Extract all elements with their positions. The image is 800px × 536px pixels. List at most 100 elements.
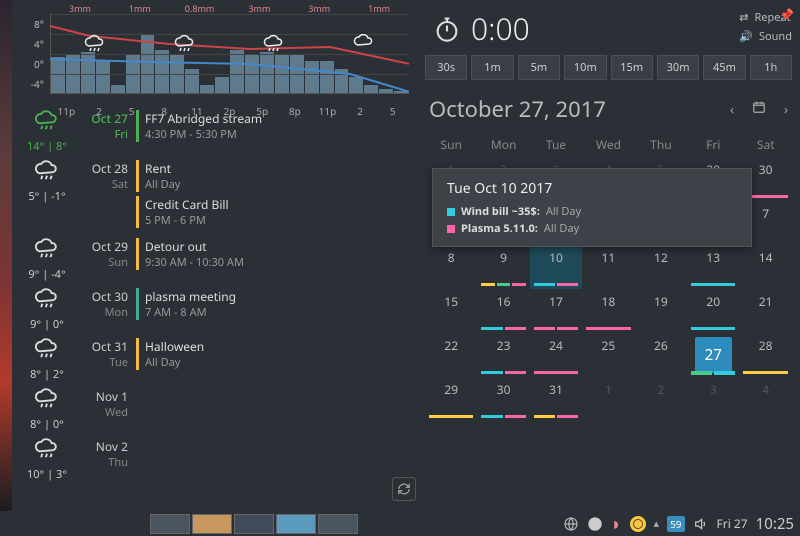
wallpaper-edge xyxy=(0,0,12,511)
events-col xyxy=(136,438,409,482)
calendar-cell[interactable]: 10 xyxy=(530,245,582,289)
task-item[interactable] xyxy=(276,514,316,534)
app-icon[interactable] xyxy=(630,516,646,532)
date-col: Oct 30Mon xyxy=(74,288,136,332)
calendar-cell[interactable]: 21 xyxy=(739,289,791,333)
timer-preset-button[interactable]: 30m xyxy=(657,55,699,80)
calendar-cell[interactable]: 24 xyxy=(530,333,582,377)
calendar-cell[interactable]: 12 xyxy=(635,245,687,289)
temps: 10° | 3° xyxy=(20,467,74,482)
weather-col: 9° | -4° xyxy=(20,238,74,282)
calendar-cell[interactable]: 15 xyxy=(425,289,477,333)
weekday-label: Mon xyxy=(477,136,529,153)
timer-display[interactable]: 0:00 xyxy=(471,8,530,49)
rain-icon xyxy=(33,238,61,260)
task-item[interactable] xyxy=(192,514,232,534)
clock-time[interactable]: 10:25 xyxy=(756,514,794,534)
calendar-cell[interactable]: 13 xyxy=(687,245,739,289)
agenda-day[interactable]: 9° | -4° Oct 29Sun Detour out9:30 AM - 1… xyxy=(20,238,409,282)
calendar-cell[interactable]: 20 xyxy=(687,289,739,333)
agenda-event[interactable]: HalloweenAll Day xyxy=(136,338,409,370)
timer-preset-button[interactable]: 15m xyxy=(611,55,653,80)
calendar-cell[interactable]: 29 xyxy=(425,377,477,421)
calendar-cell[interactable]: 2 xyxy=(635,377,687,421)
calendar-cell[interactable]: 16 xyxy=(477,289,529,333)
agenda-day[interactable]: 8° | 0° Nov 1Wed xyxy=(20,388,409,432)
calendar-cell[interactable]: 22 xyxy=(425,333,477,377)
timer-presets: 30s1m5m10m15m30m45m1h xyxy=(425,55,792,88)
temps: 5° | -1° xyxy=(20,189,74,204)
hourly-forecast-chart: 8°4°0°-4° 3mm1mm0.8mm3mm3mm1mm 11p258112… xyxy=(50,4,409,104)
repeat-icon: ⇄ xyxy=(739,10,748,25)
weather-col: 5° | -1° xyxy=(20,160,74,232)
timer-preset-button[interactable]: 1m xyxy=(471,55,513,80)
timer-preset-button[interactable]: 10m xyxy=(564,55,606,80)
timer-preset-button[interactable]: 30s xyxy=(425,55,467,80)
calendar-cell[interactable]: 19 xyxy=(635,289,687,333)
task-item[interactable] xyxy=(318,514,358,534)
agenda-day[interactable]: 8° | 2° Oct 31Tue HalloweenAll Day xyxy=(20,338,409,382)
calendar-cell[interactable]: 28 xyxy=(739,333,791,377)
calendar-cell[interactable]: 31 xyxy=(530,377,582,421)
calendar-cell[interactable]: 25 xyxy=(582,333,634,377)
calendar-cell[interactable]: 18 xyxy=(582,289,634,333)
chart-low-line xyxy=(50,14,409,94)
prev-month-button[interactable]: ‹ xyxy=(730,100,734,118)
clementine-icon[interactable]: ◗ xyxy=(611,512,622,536)
taskbar[interactable]: ◗ ▴ 59 Fri 27 10:25 xyxy=(0,511,800,536)
agenda-event[interactable]: plasma meeting7 AM - 8 AM xyxy=(136,288,409,320)
calendar-cell[interactable]: 23 xyxy=(477,333,529,377)
task-manager[interactable] xyxy=(150,514,358,534)
timer-preset-button[interactable]: 5m xyxy=(518,55,560,80)
task-item[interactable] xyxy=(234,514,274,534)
next-month-button[interactable]: › xyxy=(784,100,788,118)
timer-sound-toggle[interactable]: 🔊Sound xyxy=(739,29,792,44)
agenda-day[interactable]: 9° | 0° Oct 30Mon plasma meeting7 AM - 8… xyxy=(20,288,409,332)
refresh-button[interactable] xyxy=(392,477,416,501)
rain-icon xyxy=(33,338,61,360)
notifications-badge[interactable]: 59 xyxy=(667,516,684,532)
volume-icon[interactable] xyxy=(693,516,709,532)
calendar-cell[interactable]: 14 xyxy=(739,245,791,289)
tooltip-date: Tue Oct 10 2017 xyxy=(447,179,737,198)
today-button[interactable] xyxy=(752,100,766,118)
stopwatch-icon xyxy=(433,15,461,43)
weather-col: 10° | 3° xyxy=(20,438,74,482)
rain-icon xyxy=(33,160,61,182)
calendar-cell[interactable]: 17 xyxy=(530,289,582,333)
weather-col: 8° | 0° xyxy=(20,388,74,432)
weekday-label: Tue xyxy=(530,136,582,153)
calendar-cell[interactable]: 9 xyxy=(477,245,529,289)
temps: 8° | 0° xyxy=(20,417,74,432)
events-col: plasma meeting7 AM - 8 AM xyxy=(136,288,409,332)
calendar-cell[interactable]: 27 xyxy=(687,333,739,377)
timer-row: 0:00 ⇄Repeat 🔊Sound xyxy=(425,4,792,55)
agenda-list: 14° | 8° Oct 27Fri FF7 Abridged stream4:… xyxy=(12,106,417,511)
clock-day[interactable]: Fri 27 xyxy=(717,515,748,532)
date-col: Oct 31Tue xyxy=(74,338,136,382)
calendar-cell[interactable]: 1 xyxy=(582,377,634,421)
chart-x-axis: 11p258112p5p8p11p25 xyxy=(50,104,409,118)
calendar-cell[interactable]: 8 xyxy=(425,245,477,289)
calendar-cell[interactable]: 30 xyxy=(477,377,529,421)
calendar-cell[interactable]: 3 xyxy=(687,377,739,421)
agenda-day[interactable]: 10° | 3° Nov 2Thu xyxy=(20,438,409,482)
agenda-event[interactable]: RentAll Day xyxy=(136,160,409,192)
calendar-cell[interactable]: 26 xyxy=(635,333,687,377)
globe-icon[interactable] xyxy=(563,516,579,532)
weekday-label: Fri xyxy=(687,136,739,153)
agenda-day[interactable]: 5° | -1° Oct 28Sat RentAll DayCredit Car… xyxy=(20,160,409,232)
agenda-event[interactable]: Detour out9:30 AM - 10:30 AM xyxy=(136,238,409,270)
steam-icon[interactable] xyxy=(587,516,603,532)
calendar-cell[interactable]: 11 xyxy=(582,245,634,289)
calendar-cell[interactable]: 4 xyxy=(739,377,791,421)
weekday-label: Wed xyxy=(582,136,634,153)
agenda-event[interactable]: Credit Card Bill5 PM - 6 PM xyxy=(136,196,409,228)
tooltip-event: Plasma 5.11.0: All Day xyxy=(447,221,737,236)
task-item[interactable] xyxy=(150,514,190,534)
timer-preset-button[interactable]: 1h xyxy=(750,55,792,80)
tray-expand-icon[interactable]: ▴ xyxy=(654,516,660,531)
plasmoid-panel: 8°4°0°-4° 3mm1mm0.8mm3mm3mm1mm 11p258112… xyxy=(12,0,800,511)
timer-preset-button[interactable]: 45m xyxy=(703,55,745,80)
pin-icon[interactable]: 📌 xyxy=(779,6,794,23)
